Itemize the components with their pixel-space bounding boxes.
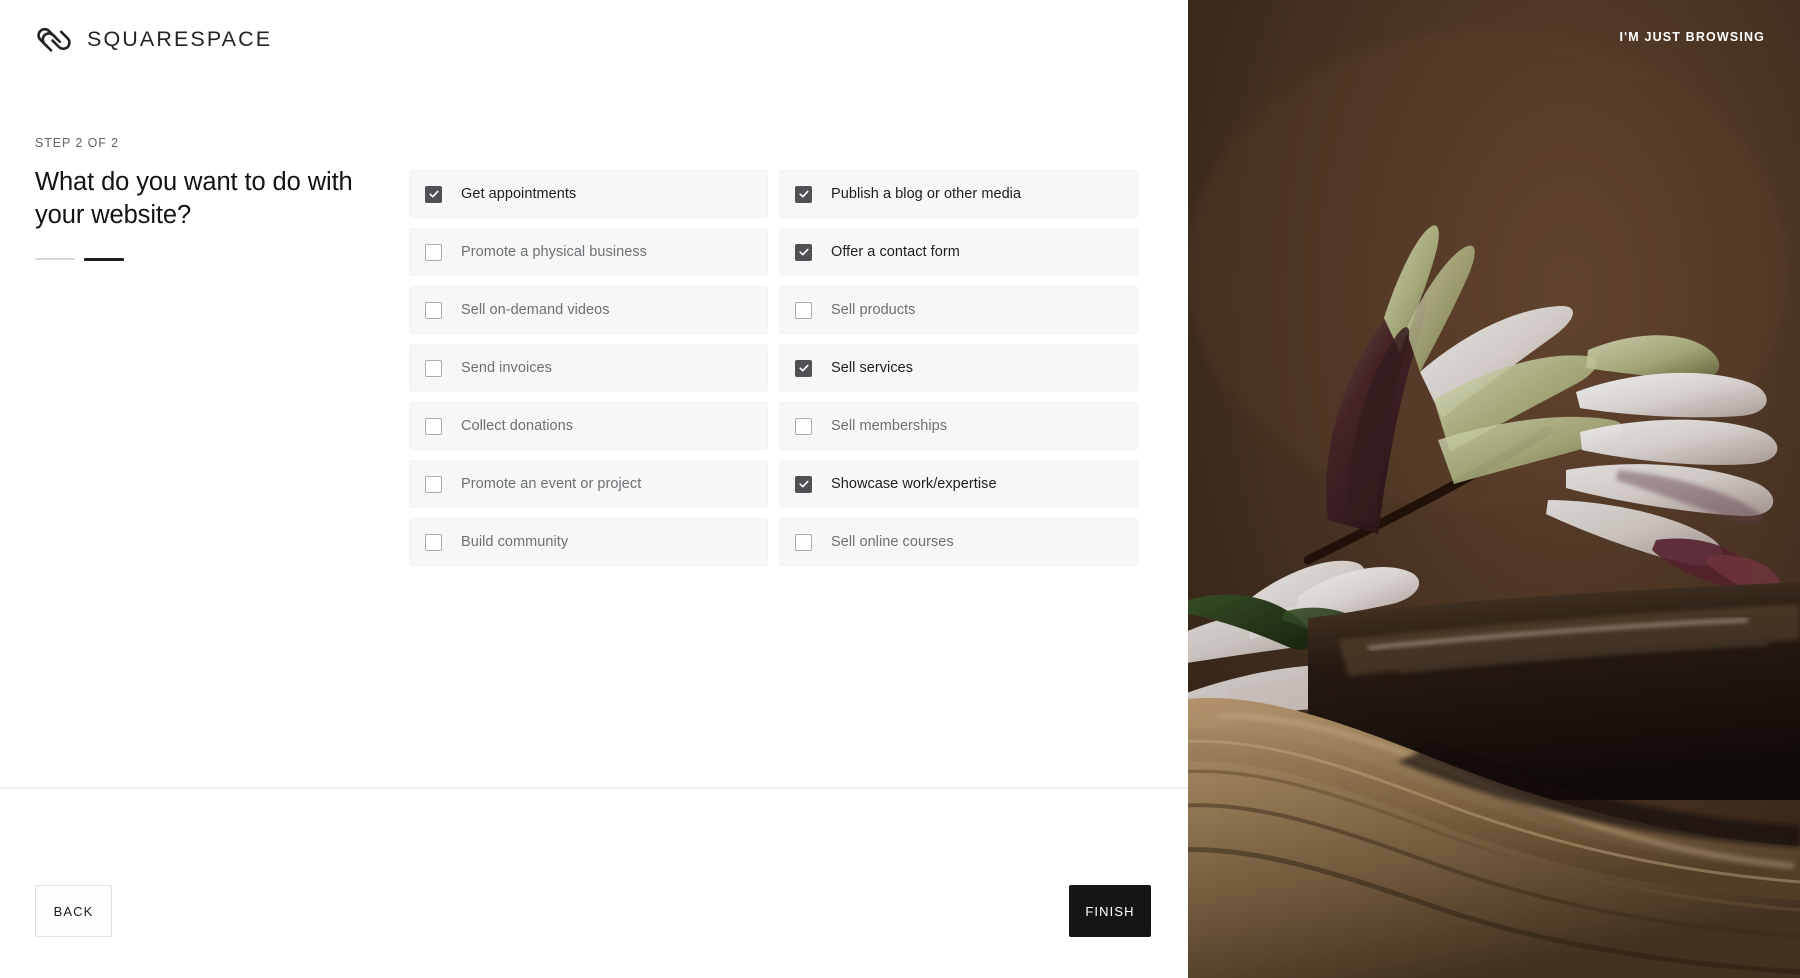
option-label: Offer a contact form: [831, 244, 960, 260]
checkbox-checked-icon[interactable]: [795, 243, 812, 261]
option-label: Publish a blog or other media: [831, 186, 1022, 202]
squarespace-logo[interactable]: SQUARESPACE: [35, 23, 272, 55]
lily-photograph: [1188, 0, 1800, 978]
checkbox-unchecked-icon[interactable]: [425, 301, 442, 319]
option-label: Sell online courses: [831, 534, 954, 550]
option-label: Sell on-demand videos: [461, 302, 610, 318]
option-send-invoices[interactable]: Send invoices: [409, 344, 768, 392]
page-title: What do you want to do with your website…: [35, 168, 353, 229]
option-showcase-work-expertise[interactable]: Showcase work/expertise: [779, 460, 1138, 508]
option-promote-an-event-or-project[interactable]: Promote an event or project: [409, 460, 768, 508]
option-label: Showcase work/expertise: [831, 476, 997, 492]
promo-photo-panel: I'M JUST BROWSING: [1188, 0, 1800, 978]
option-label: Promote an event or project: [461, 476, 642, 492]
progress-indicator: [35, 257, 365, 261]
option-label: Sell products: [831, 302, 916, 318]
checkbox-unchecked-icon[interactable]: [425, 417, 442, 435]
option-label: Sell services: [831, 360, 914, 376]
option-offer-a-contact-form[interactable]: Offer a contact form: [779, 228, 1138, 276]
options-grid: Get appointments Publish a blog or other …: [409, 170, 1138, 566]
option-label: Get appointments: [461, 186, 577, 202]
option-sell-online-courses[interactable]: Sell online courses: [779, 518, 1138, 566]
option-label: Collect donations: [461, 418, 574, 434]
onboarding-screen: SQUARESPACE STEP 2 OF 2 What do you want…: [0, 0, 1800, 978]
checkbox-unchecked-icon[interactable]: [795, 301, 812, 319]
checkbox-checked-icon[interactable]: [425, 185, 442, 203]
option-sell-services[interactable]: Sell services: [779, 344, 1138, 392]
option-label: Send invoices: [461, 360, 552, 376]
option-label: Sell memberships: [831, 418, 948, 434]
checkbox-checked-icon[interactable]: [795, 185, 812, 203]
option-get-appointments[interactable]: Get appointments: [409, 170, 768, 218]
finish-button[interactable]: FINISH: [1069, 885, 1151, 937]
left-content-panel: SQUARESPACE STEP 2 OF 2 What do you want…: [0, 0, 1188, 978]
checkbox-unchecked-icon[interactable]: [425, 359, 442, 377]
progress-segment-2: [84, 257, 124, 261]
squarespace-logo-icon: [35, 23, 73, 55]
checkbox-unchecked-icon[interactable]: [795, 417, 812, 435]
option-collect-donations[interactable]: Collect donations: [409, 402, 768, 450]
checkbox-unchecked-icon[interactable]: [425, 533, 442, 551]
checkbox-unchecked-icon[interactable]: [425, 475, 442, 493]
checkbox-unchecked-icon[interactable]: [425, 243, 442, 261]
brand-wordmark: SQUARESPACE: [87, 26, 273, 51]
option-sell-products[interactable]: Sell products: [779, 286, 1138, 334]
progress-segment-1: [35, 258, 75, 261]
step-indicator-label: STEP 2 OF 2: [35, 136, 120, 150]
checkbox-checked-icon[interactable]: [795, 475, 812, 493]
option-label: Promote a physical business: [461, 244, 647, 260]
option-build-community[interactable]: Build community: [409, 518, 768, 566]
wizard-heading-block: STEP 2 OF 2 What do you want to do with …: [35, 136, 365, 261]
wizard-footer: BACK FINISH: [0, 788, 1188, 978]
back-button[interactable]: BACK: [35, 885, 112, 937]
option-sell-on-demand-videos[interactable]: Sell on-demand videos: [409, 286, 768, 334]
option-publish-a-blog-or-other-media[interactable]: Publish a blog or other media: [779, 170, 1138, 218]
checkbox-unchecked-icon[interactable]: [795, 533, 812, 551]
just-browsing-link[interactable]: I'M JUST BROWSING: [1620, 30, 1765, 44]
option-promote-a-physical-business[interactable]: Promote a physical business: [409, 228, 768, 276]
option-sell-memberships[interactable]: Sell memberships: [779, 402, 1138, 450]
option-label: Build community: [461, 534, 569, 550]
checkbox-checked-icon[interactable]: [795, 359, 812, 377]
